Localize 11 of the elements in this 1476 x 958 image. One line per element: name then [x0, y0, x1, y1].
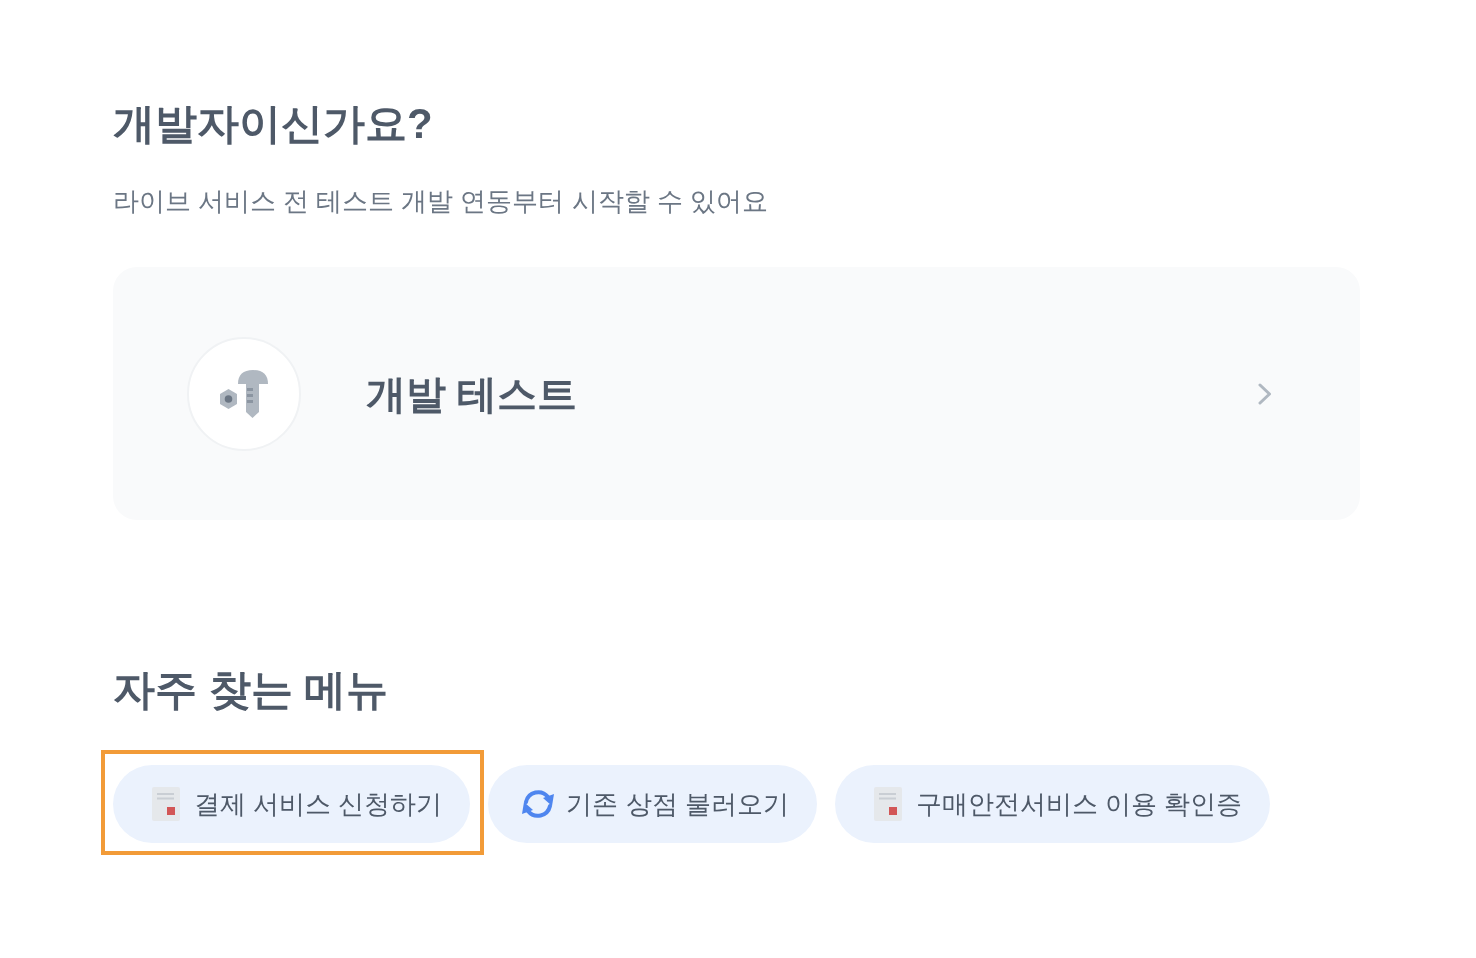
chevron-right-icon — [1258, 382, 1272, 405]
screw-and-nut-icon — [220, 369, 268, 418]
section-heading: 자주 찾는 메뉴 — [113, 665, 389, 715]
quick-menu-chip[interactable]: 기존 상점 불러오기 — [488, 765, 817, 843]
document-icon — [152, 787, 180, 821]
dev-test-card[interactable]: 개발 테스트 — [113, 267, 1360, 520]
document-icon — [873, 787, 902, 821]
quick-menu-chip[interactable]: 구매안전서비스 이용 확인증 — [834, 765, 1271, 843]
section-subtitle: 라이브 서비스 전 테스트 개발 연동부터 시작할 수 있어요 — [113, 186, 768, 217]
section-heading: 개발자이신가요? — [113, 99, 433, 149]
quick-menu-chip[interactable]: 결제 서비스 신청하기 — [113, 765, 471, 843]
